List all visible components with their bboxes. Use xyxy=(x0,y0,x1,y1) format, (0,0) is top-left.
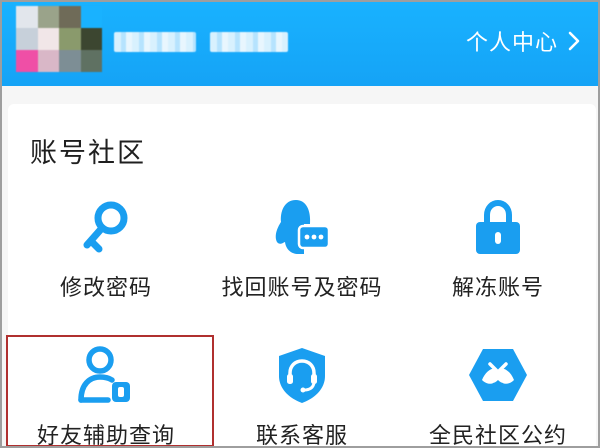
tile-change-password[interactable]: 修改密码 xyxy=(8,190,204,320)
account-community-card: 账号社区 修改密码 找回账号及密码 解冻账号 好友辅助查询 联系客服 全民社区公… xyxy=(8,104,596,448)
chevron-right-icon xyxy=(568,31,580,51)
key-icon xyxy=(81,200,131,260)
tile-friend-assist[interactable]: 好友辅助查询 xyxy=(8,338,204,448)
tile-label: 修改密码 xyxy=(59,276,152,301)
app-frame: 个人中心 账号社区 修改密码 找回账号及密码 解冻账号 好友辅助查询 联系客服 … xyxy=(0,0,600,448)
penguin-chat-icon xyxy=(274,198,331,260)
username-blurred xyxy=(114,32,196,52)
unlock-icon xyxy=(473,199,523,260)
tile-label: 解冻账号 xyxy=(451,276,544,301)
customer-service-icon xyxy=(275,346,329,408)
community-handshake-icon xyxy=(468,346,528,408)
avatar[interactable] xyxy=(16,6,102,72)
friend-assist-icon xyxy=(78,346,134,408)
tile-contact-support[interactable]: 联系客服 xyxy=(204,338,400,448)
tile-community-convention[interactable]: 全民社区公约 xyxy=(400,338,596,448)
tile-label: 联系客服 xyxy=(255,424,348,448)
tile-recover-account[interactable]: 找回账号及密码 xyxy=(204,190,400,320)
tile-label: 全民社区公约 xyxy=(428,424,567,448)
tile-label: 好友辅助查询 xyxy=(36,424,175,448)
tile-unfreeze-account[interactable]: 解冻账号 xyxy=(400,190,596,320)
header-bar: 个人中心 xyxy=(2,2,598,86)
personal-center-label: 个人中心 xyxy=(465,31,558,56)
tile-label: 找回账号及密码 xyxy=(221,276,383,301)
personal-center-link[interactable]: 个人中心 xyxy=(466,24,580,58)
account-id-blurred xyxy=(210,32,288,52)
section-title: 账号社区 xyxy=(30,138,146,169)
